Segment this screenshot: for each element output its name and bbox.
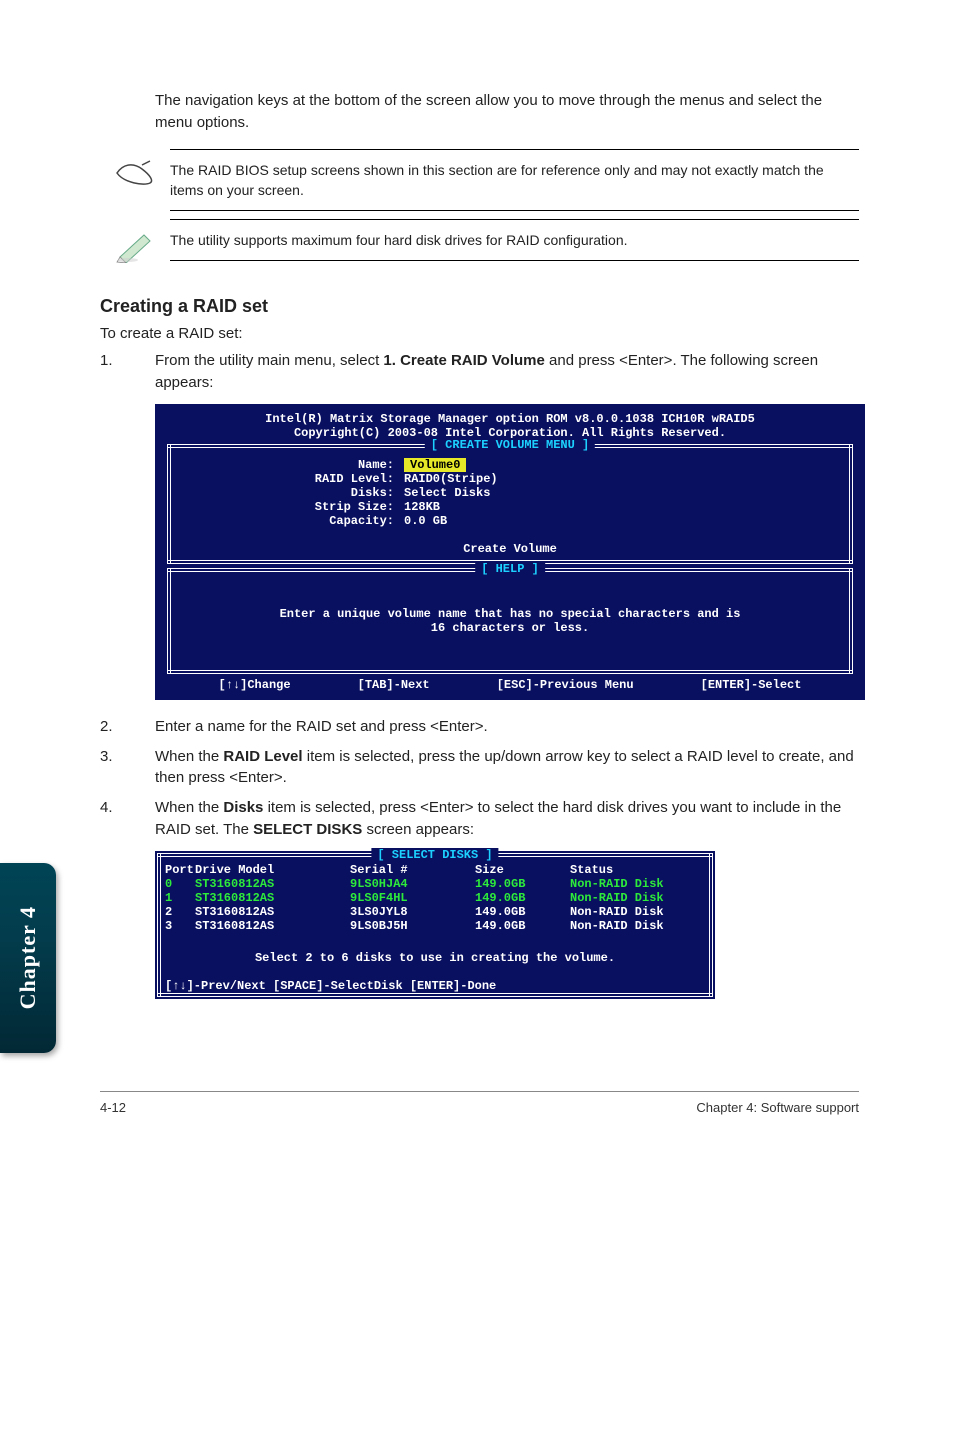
note-text-2: The utility supports maximum four hard d…	[170, 219, 859, 261]
select-disks-nav: [↑↓]-Prev/Next [SPACE]-SelectDisk [ENTER…	[155, 979, 715, 993]
bios-nav: [↑↓]Change [TAB]-Next [ESC]-Previous Men…	[155, 678, 865, 692]
cell-port: 0	[165, 877, 195, 891]
cell-status: Non-RAID Disk	[570, 877, 705, 891]
cell-serial: 9LS0HJA4	[350, 877, 475, 891]
create-volume-button[interactable]: Create Volume	[179, 542, 841, 556]
cell-size: 149.0GB	[475, 891, 570, 905]
step-4: 4. When the Disks item is selected, pres…	[100, 797, 859, 841]
step-3: 3. When the RAID Level item is selected,…	[100, 746, 859, 790]
page-footer: 4-12 Chapter 4: Software support	[100, 1091, 859, 1115]
hdr-size: Size	[475, 863, 570, 877]
field-label-capacity: Capacity:	[179, 514, 404, 528]
step-text: From the utility main menu, select	[155, 352, 383, 369]
select-disks-help: Select 2 to 6 disks to use in creating t…	[155, 951, 715, 965]
info-note-2: The utility supports maximum four hard d…	[100, 219, 859, 268]
cell-serial: 9LS0BJ5H	[350, 919, 475, 933]
info-note-1: The RAID BIOS setup screens shown in thi…	[100, 149, 859, 212]
table-row[interactable]: 2ST3160812AS3LS0JYL8149.0GBNon-RAID Disk	[155, 905, 715, 919]
intro-paragraph: The navigation keys at the bottom of the…	[155, 90, 859, 134]
bios-title-line: Intel(R) Matrix Storage Manager option R…	[155, 412, 865, 426]
step-bold: RAID Level	[223, 748, 302, 765]
select-disks-label: [ SELECT DISKS ]	[371, 848, 498, 862]
bios-create-volume-screen: Intel(R) Matrix Storage Manager option R…	[155, 404, 865, 700]
cell-model: ST3160812AS	[195, 905, 350, 919]
cell-size: 149.0GB	[475, 905, 570, 919]
field-label-disks: Disks:	[179, 486, 404, 500]
cell-model: ST3160812AS	[195, 877, 350, 891]
side-tab-label: Chapter 4	[15, 906, 41, 1009]
table-row[interactable]: 0ST3160812AS9LS0HJA4149.0GBNon-RAID Disk	[155, 877, 715, 891]
help-line: 16 characters or less.	[179, 621, 841, 635]
field-label-raidlevel: RAID Level:	[179, 472, 404, 486]
cell-port: 1	[165, 891, 195, 905]
table-row[interactable]: 3ST3160812AS9LS0BJ5H149.0GBNon-RAID Disk	[155, 919, 715, 933]
step-bold: SELECT DISKS	[253, 821, 362, 838]
cell-model: ST3160812AS	[195, 919, 350, 933]
cell-size: 149.0GB	[475, 877, 570, 891]
step-text: screen appears:	[362, 821, 474, 838]
hdr-model: Drive Model	[195, 863, 350, 877]
step-num: 2.	[100, 716, 155, 738]
cell-status: Non-RAID Disk	[570, 891, 705, 905]
create-volume-box: [ CREATE VOLUME MENU ] Name:Volume0 RAID…	[167, 444, 853, 564]
help-line: Enter a unique volume name that has no s…	[179, 607, 841, 621]
capacity-value[interactable]: 0.0 GB	[404, 514, 447, 528]
help-box: [ HELP ] Enter a unique volume name that…	[167, 568, 853, 674]
hdr-serial: Serial #	[350, 863, 475, 877]
name-input[interactable]: Volume0	[404, 458, 466, 472]
strip-value[interactable]: 128KB	[404, 500, 440, 514]
nav-select: [ENTER]-Select	[701, 678, 802, 692]
step-2: 2. Enter a name for the RAID set and pre…	[100, 716, 859, 738]
table-header: Port Drive Model Serial # Size Status	[155, 863, 715, 877]
note-text-1: The RAID BIOS setup screens shown in thi…	[170, 149, 859, 212]
cell-status: Non-RAID Disk	[570, 919, 705, 933]
step-num: 4.	[100, 797, 155, 841]
hdr-port: Port	[165, 863, 195, 877]
table-row[interactable]: 1ST3160812AS9LS0F4HL149.0GBNon-RAID Disk	[155, 891, 715, 905]
hdr-status: Status	[570, 863, 705, 877]
cell-port: 3	[165, 919, 195, 933]
step-text: When the	[155, 799, 223, 816]
cell-status: Non-RAID Disk	[570, 905, 705, 919]
step-text: When the	[155, 748, 223, 765]
disks-value[interactable]: Select Disks	[404, 486, 490, 500]
page-number: 4-12	[100, 1100, 126, 1115]
nav-change: [↑↓]Change	[219, 678, 291, 692]
box-label-create: [ CREATE VOLUME MENU ]	[425, 438, 595, 452]
cell-serial: 3LS0JYL8	[350, 905, 475, 919]
step-1: 1. From the utility main menu, select 1.…	[100, 350, 859, 394]
step-bold: 1. Create RAID Volume	[383, 352, 544, 369]
footer-text: Chapter 4: Software support	[696, 1100, 859, 1115]
field-label-name: Name:	[179, 458, 404, 472]
note-icon	[114, 159, 156, 192]
raid-level-value[interactable]: RAID0(Stripe)	[404, 472, 498, 486]
cell-port: 2	[165, 905, 195, 919]
box-label-help: [ HELP ]	[475, 562, 545, 576]
step-num: 1.	[100, 350, 155, 394]
field-label-strip: Strip Size:	[179, 500, 404, 514]
cell-size: 149.0GB	[475, 919, 570, 933]
section-heading: Creating a RAID set	[100, 296, 859, 317]
cell-model: ST3160812AS	[195, 891, 350, 905]
cell-serial: 9LS0F4HL	[350, 891, 475, 905]
nav-next: [TAB]-Next	[358, 678, 430, 692]
step-text: Enter a name for the RAID set and press …	[155, 716, 859, 738]
heading-sub: To create a RAID set:	[100, 325, 859, 342]
step-bold: Disks	[223, 799, 263, 816]
pencil-icon	[114, 229, 156, 268]
nav-prev: [ESC]-Previous Menu	[497, 678, 634, 692]
chapter-side-tab: Chapter 4	[0, 863, 56, 1053]
select-disks-screen: [ SELECT DISKS ] Port Drive Model Serial…	[155, 851, 715, 999]
step-num: 3.	[100, 746, 155, 790]
